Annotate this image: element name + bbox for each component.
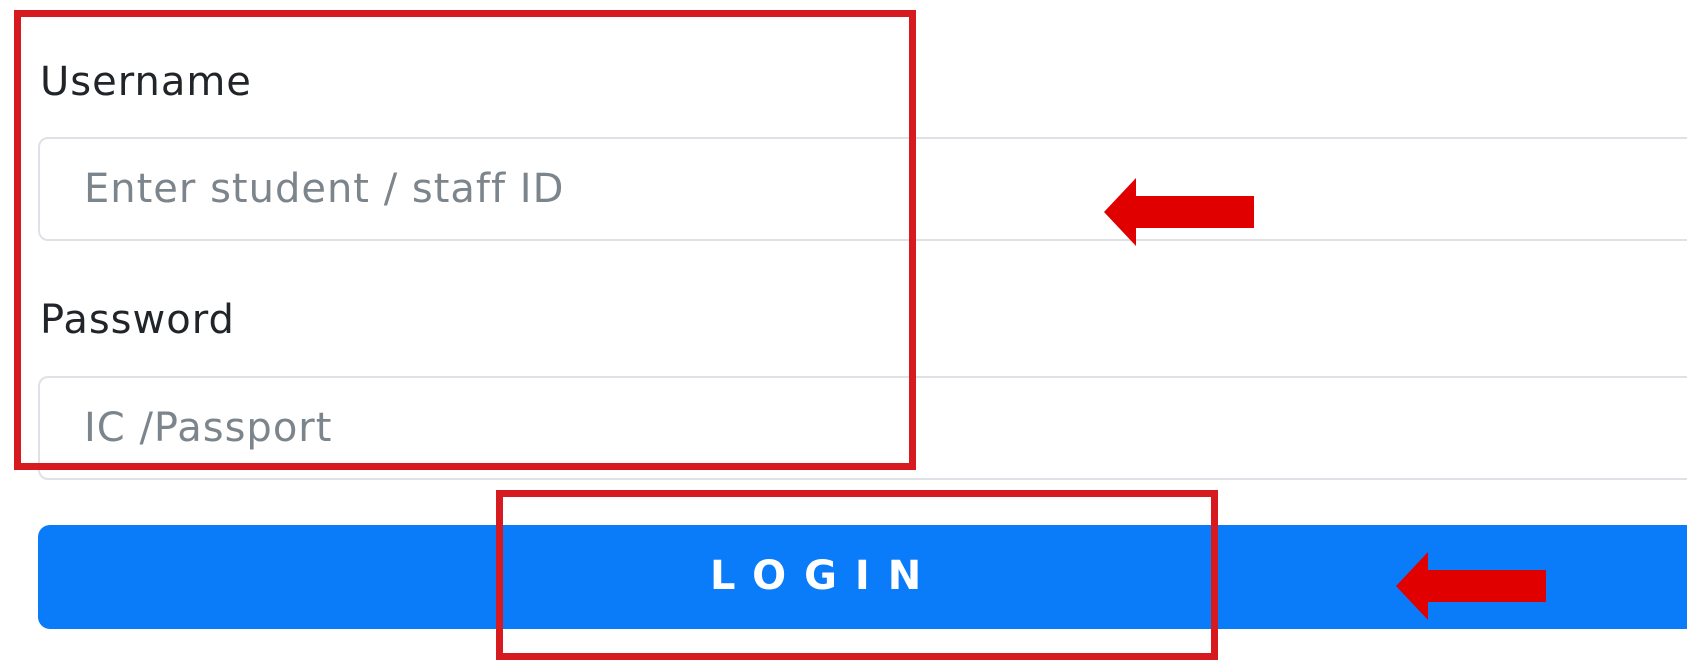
login-button[interactable]: LOGIN (38, 525, 1687, 629)
username-input[interactable] (38, 137, 1687, 241)
login-form: Username Password LOGIN (0, 0, 1687, 664)
username-label: Username (40, 59, 252, 105)
login-button-label: LOGIN (710, 553, 940, 599)
password-label: Password (40, 297, 235, 343)
password-input[interactable] (38, 376, 1687, 480)
